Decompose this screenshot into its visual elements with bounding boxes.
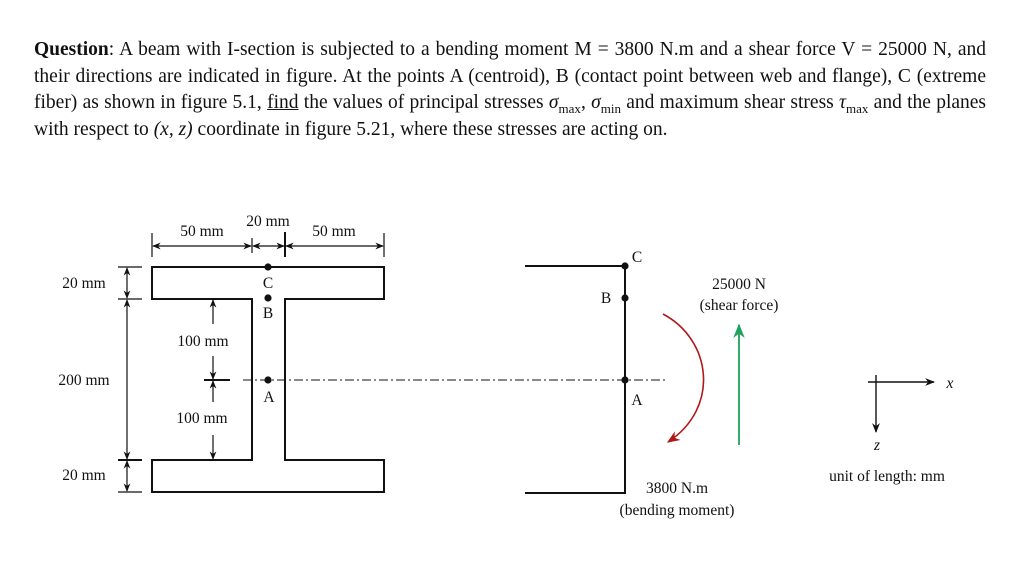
shear-value-label: 25000 N	[712, 276, 766, 293]
side-point-a	[621, 376, 629, 384]
section-point-b	[264, 294, 272, 302]
dim-top-right-label: 50 mm	[312, 223, 356, 240]
section-label-a: A	[263, 389, 275, 406]
unit-note: unit of length: mm	[829, 468, 945, 485]
dim-top-left-label: 50 mm	[180, 223, 224, 240]
coordinate-axes	[868, 375, 935, 433]
bending-moment-arrow	[662, 313, 705, 443]
side-point-c	[621, 262, 629, 270]
section-label-b: B	[263, 305, 273, 322]
left-dimensions	[118, 266, 142, 493]
moment-value-label: 3800 N.m	[646, 480, 708, 497]
dim-web-height-label: 200 mm	[58, 372, 109, 389]
dim-lower-half-label: 100 mm	[176, 410, 227, 427]
dim-top-web-label: 20 mm	[246, 213, 290, 230]
side-point-b	[621, 294, 629, 302]
section-point-a	[264, 376, 272, 384]
dim-flange-bottom-label: 20 mm	[62, 467, 106, 484]
x-axis-label: x	[946, 375, 954, 392]
dim-flange-top-label: 20 mm	[62, 275, 106, 292]
side-label-b: B	[601, 290, 611, 307]
section-label-c: C	[263, 275, 273, 292]
shear-caption-label: (shear force)	[700, 297, 779, 314]
dim-upper-half-label: 100 mm	[177, 333, 228, 350]
side-label-a: A	[631, 392, 643, 409]
moment-caption-label: (bending moment)	[620, 502, 735, 519]
inner-half-dimensions	[204, 299, 230, 460]
section-point-c	[264, 263, 272, 271]
side-label-c: C	[632, 249, 642, 266]
figure-canvas: 50 mm 20 mm 50 mm 20 mm 200 mm 20 mm 100…	[58, 213, 954, 519]
z-axis-label: z	[873, 437, 880, 454]
